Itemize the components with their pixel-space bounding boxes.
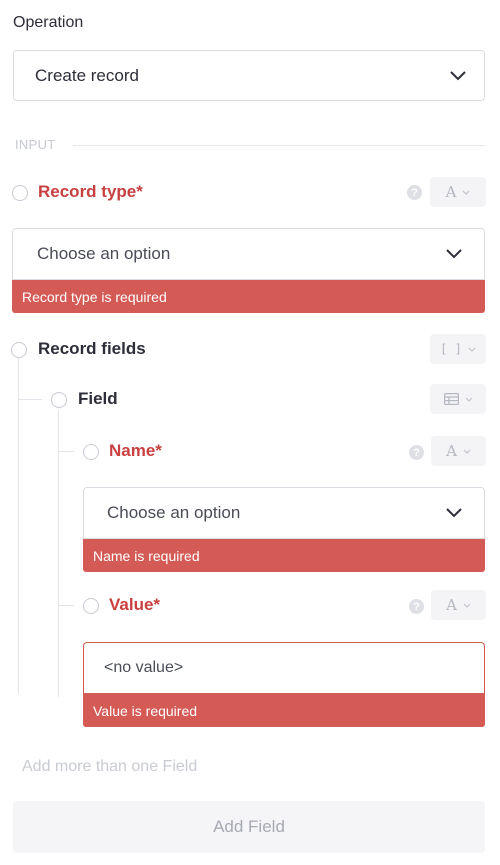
table-icon	[443, 393, 459, 405]
name-select[interactable]: Choose an option	[83, 487, 485, 539]
tree-branch	[58, 451, 74, 452]
section-label-input: INPUT	[15, 137, 56, 152]
type-selector-list[interactable]: [ ]	[430, 334, 486, 364]
type-selector-object[interactable]	[430, 384, 486, 414]
add-field-button[interactable]: Add Field	[13, 801, 485, 853]
type-selector-text[interactable]: A	[431, 436, 486, 466]
type-selector-text[interactable]: A	[431, 590, 486, 620]
value-label: Value*	[109, 595, 161, 614]
tree-line	[18, 358, 19, 694]
chevron-down-icon	[463, 603, 471, 608]
help-icon[interactable]: ?	[409, 599, 424, 614]
help-icon[interactable]: ?	[407, 185, 422, 200]
type-badge-text-icon: A	[446, 442, 457, 460]
type-badge-text-icon: A	[445, 183, 457, 201]
section-divider	[73, 145, 485, 146]
add-more-hint: Add more than one Field	[22, 758, 198, 775]
operation-select-value: Create record	[35, 65, 139, 85]
chevron-down-icon	[462, 190, 470, 195]
chevron-down-icon	[468, 347, 476, 352]
record-type-label: Record type*	[38, 182, 143, 201]
value-error: Value is required	[83, 694, 485, 727]
type-selector-text[interactable]: A	[430, 177, 486, 207]
tree-branch	[18, 399, 42, 400]
name-placeholder: Choose an option	[107, 503, 241, 522]
tree-line	[58, 410, 59, 697]
chevron-down-icon	[444, 503, 464, 523]
record-type-error: Record type is required	[12, 280, 485, 313]
chevron-down-icon	[448, 66, 468, 86]
record-fields-radio[interactable]	[11, 342, 27, 358]
field-radio[interactable]	[51, 392, 67, 408]
tree-branch	[58, 605, 74, 606]
help-icon[interactable]: ?	[409, 445, 424, 460]
name-radio[interactable]	[83, 444, 99, 460]
chevron-down-icon	[444, 244, 464, 264]
operation-label: Operation	[13, 14, 84, 31]
type-badge-list-icon: [ ]	[440, 342, 462, 356]
operation-select[interactable]: Create record	[13, 50, 485, 101]
chevron-down-icon	[463, 449, 471, 454]
name-error: Name is required	[83, 539, 485, 572]
name-label: Name*	[109, 441, 162, 460]
record-fields-label: Record fields	[38, 339, 146, 358]
record-type-radio[interactable]	[12, 185, 28, 201]
type-badge-text-icon: A	[446, 596, 457, 614]
field-label: Field	[78, 389, 118, 408]
record-type-select[interactable]: Choose an option	[12, 228, 485, 280]
value-input[interactable]: <no value>	[83, 642, 485, 694]
record-type-placeholder: Choose an option	[37, 244, 171, 263]
value-radio[interactable]	[83, 598, 99, 614]
chevron-down-icon	[465, 397, 472, 402]
